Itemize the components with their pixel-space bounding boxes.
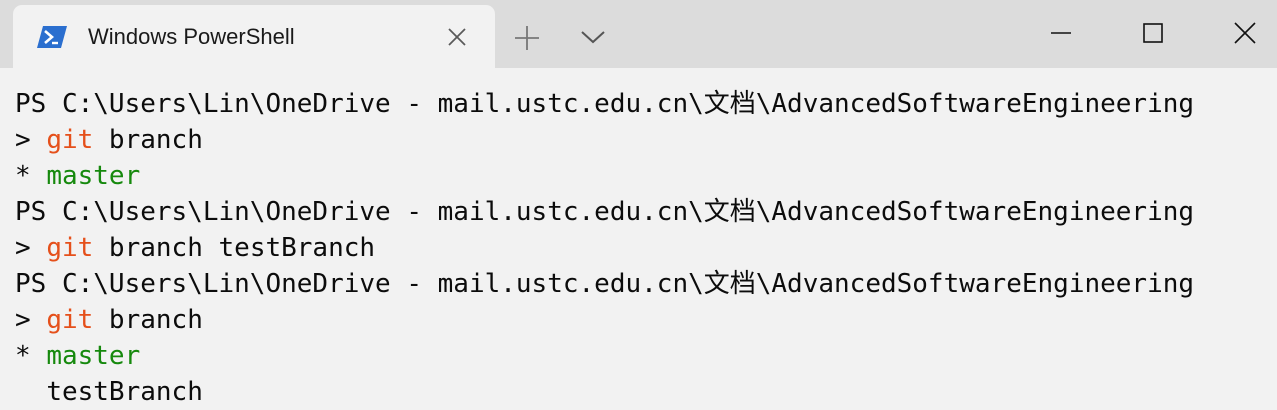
prompt-line: PS C:\Users\Lin\OneDrive - mail.ustc.edu… bbox=[15, 269, 1195, 299]
maximize-icon bbox=[1143, 23, 1163, 43]
prompt-symbol: > bbox=[15, 305, 47, 335]
close-icon bbox=[1234, 22, 1256, 44]
prompt-line: PS C:\Users\Lin\OneDrive - mail.ustc.edu… bbox=[15, 89, 1195, 119]
minimize-button[interactable] bbox=[1015, 0, 1107, 68]
command-name: git bbox=[46, 125, 94, 155]
title-bar: Windows PowerShell bbox=[0, 0, 1277, 68]
command-name: git bbox=[46, 233, 94, 263]
plus-icon[interactable] bbox=[513, 24, 541, 52]
command-args: branch bbox=[93, 305, 203, 335]
prompt-line: PS C:\Users\Lin\OneDrive - mail.ustc.edu… bbox=[15, 197, 1195, 227]
current-branch: master bbox=[46, 341, 141, 371]
current-branch: master bbox=[46, 161, 141, 191]
prompt-symbol: > bbox=[15, 233, 47, 263]
terminal-output[interactable]: PS C:\Users\Lin\OneDrive - mail.ustc.edu… bbox=[15, 86, 1270, 410]
powershell-icon bbox=[37, 26, 67, 48]
output-line: * master bbox=[15, 158, 1270, 194]
chevron-down-icon[interactable] bbox=[580, 27, 606, 47]
command-line: > git branch bbox=[15, 122, 1270, 158]
minimize-icon bbox=[1051, 32, 1071, 34]
command-name: git bbox=[46, 305, 94, 335]
output-line: testBranch bbox=[15, 374, 1270, 410]
maximize-button[interactable] bbox=[1107, 0, 1199, 68]
current-branch-marker: * bbox=[15, 341, 47, 371]
command-line: > git branch bbox=[15, 302, 1270, 338]
close-icon[interactable] bbox=[445, 25, 469, 49]
current-branch-marker: * bbox=[15, 161, 47, 191]
branch-name: testBranch bbox=[46, 377, 203, 407]
close-window-button[interactable] bbox=[1199, 0, 1277, 68]
output-line: * master bbox=[15, 338, 1270, 374]
tab-powershell[interactable]: Windows PowerShell bbox=[13, 5, 495, 68]
command-line: > git branch testBranch bbox=[15, 230, 1270, 266]
prompt-symbol: > bbox=[15, 125, 47, 155]
branch-indent bbox=[15, 377, 46, 407]
command-args: branch bbox=[93, 125, 203, 155]
tab-title: Windows PowerShell bbox=[88, 24, 295, 49]
command-args: branch testBranch bbox=[93, 233, 376, 263]
